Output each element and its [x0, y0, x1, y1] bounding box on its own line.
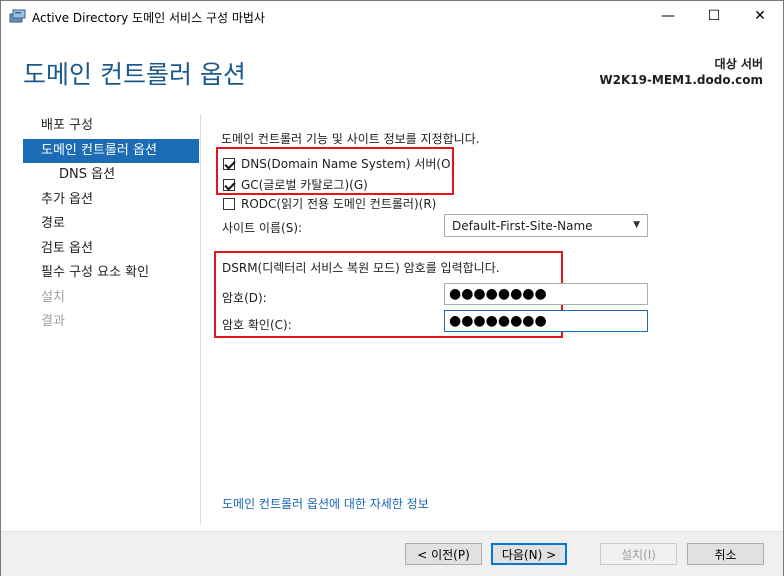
site-name-value: Default-First-Site-Name: [452, 218, 593, 233]
dsrm-confirm-label: 암호 확인(C):: [222, 318, 292, 332]
minimize-button[interactable]: —: [645, 1, 691, 31]
nav-item-review-options[interactable]: 검토 옵션: [23, 237, 199, 262]
install-button: 설치(I): [600, 543, 677, 565]
highlight-box-dc-roles: [216, 147, 454, 195]
dsrm-confirm-input[interactable]: ●●●●●●●●: [444, 310, 648, 332]
rodc-label: RODC(읽기 전용 도메인 컨트롤러)(R): [241, 197, 437, 211]
server-icon: [9, 9, 26, 23]
dc-options-description: 도메인 컨트롤러 기능 및 사이트 정보를 지정합니다.: [221, 132, 480, 146]
chevron-down-icon: ▼: [633, 220, 640, 230]
nav-item-dc-options[interactable]: 도메인 컨트롤러 옵션: [23, 138, 199, 163]
sidebar-divider: [200, 114, 201, 524]
target-server-name: W2K19-MEM1.dodo.com: [599, 73, 763, 87]
wizard-steps-nav: 배포 구성 도메인 컨트롤러 옵션 DNS 옵션 추가 옵션 경로 검토 옵션 …: [23, 114, 199, 335]
nav-item-deployment-config[interactable]: 배포 구성: [23, 114, 199, 139]
site-name-label: 사이트 이름(S):: [222, 221, 303, 235]
rodc-checkbox[interactable]: [223, 197, 235, 210]
maximize-button[interactable]: ☐: [691, 1, 737, 31]
nav-item-prerequisites-check[interactable]: 필수 구성 요소 확인: [23, 261, 199, 286]
rodc-option[interactable]: RODC(읽기 전용 도메인 컨트롤러)(R): [223, 195, 436, 212]
site-name-dropdown[interactable]: Default-First-Site-Name ▼: [444, 214, 648, 237]
nav-item-installation: 설치: [41, 289, 65, 305]
next-button[interactable]: 다음(N) >: [491, 543, 567, 565]
page-title: 도메인 컨트롤러 옵션: [23, 60, 246, 89]
close-button[interactable]: ✕: [737, 1, 783, 31]
dsrm-description: DSRM(디렉터리 서비스 복원 모드) 암호를 입력합니다.: [222, 261, 500, 275]
previous-button[interactable]: < 이전(P): [405, 543, 482, 565]
nav-item-additional-options[interactable]: 추가 옵션: [23, 188, 199, 213]
dsrm-password-input[interactable]: ●●●●●●●●: [444, 283, 648, 305]
nav-item-results: 결과: [41, 314, 65, 329]
cancel-button[interactable]: 취소: [687, 543, 764, 565]
wizard-window: Active Directory 도메인 서비스 구성 마법사 — ☐ ✕ 도메…: [0, 0, 784, 576]
window-title: Active Directory 도메인 서비스 구성 마법사: [32, 11, 265, 25]
nav-item-dns-options[interactable]: DNS 옵션: [23, 163, 199, 188]
dsrm-password-label: 암호(D):: [222, 291, 267, 305]
nav-item-paths[interactable]: 경로: [23, 212, 199, 237]
title-bar: Active Directory 도메인 서비스 구성 마법사 — ☐ ✕: [1, 1, 783, 31]
target-server-label: 대상 서버: [714, 57, 763, 71]
more-info-link[interactable]: 도메인 컨트롤러 옵션에 대한 자세한 정보: [222, 495, 429, 512]
